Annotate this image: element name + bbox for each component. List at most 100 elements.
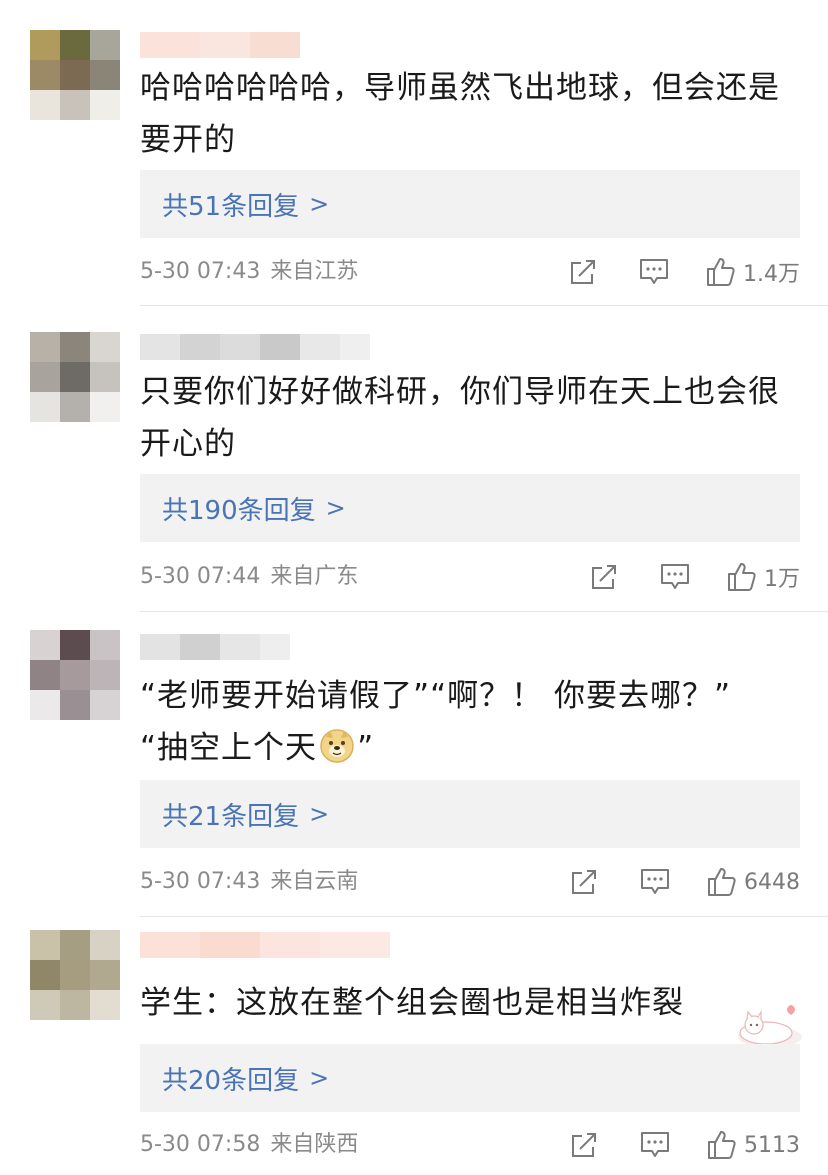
avatar-pixel [90, 332, 120, 362]
avatar-pixel [30, 990, 60, 1020]
username-blurred[interactable] [140, 932, 390, 958]
avatar-pixel [60, 690, 90, 720]
avatar[interactable] [30, 630, 120, 720]
share-button[interactable] [569, 259, 597, 285]
share-icon [571, 260, 595, 284]
reply-count-label: 共20条回复 [162, 1065, 300, 1096]
reply-count-label: 共21条回复 [162, 801, 300, 832]
avatar-pixel [30, 30, 60, 60]
timestamp: 5-30 07:58 [140, 1132, 261, 1157]
avatar-pixel [30, 392, 60, 422]
avatar[interactable] [30, 30, 120, 120]
share-icon [572, 870, 596, 894]
avatar-pixel [60, 30, 90, 60]
like-button[interactable]: 6448 [706, 866, 800, 898]
thumbs-up-icon [708, 868, 736, 896]
share-button[interactable] [590, 564, 618, 590]
reply-button[interactable] [639, 258, 669, 286]
avatar-pixel [60, 930, 90, 960]
timestamp: 5-30 07:43 [140, 259, 261, 284]
like-button[interactable]: 1万 [726, 561, 800, 593]
avatar[interactable] [30, 930, 120, 1020]
username-blurred[interactable] [140, 334, 370, 360]
comment-text: 哈哈哈哈哈哈，导师虽然飞出地球，但会还是要开的 [140, 70, 780, 158]
comment-icon [640, 259, 668, 284]
avatar-pixel [90, 930, 120, 960]
share-icon [592, 565, 616, 589]
avatar-pixel [30, 630, 60, 660]
like-count: 1万 [764, 567, 800, 592]
avatar-pixel [30, 960, 60, 990]
comment-actions: 6448 [570, 864, 800, 900]
avatar-pixel [30, 930, 60, 960]
thumbs-up-icon [728, 563, 756, 591]
location: 来自江苏 [270, 259, 359, 284]
timestamp: 5-30 07:44 [140, 564, 261, 589]
share-button[interactable] [570, 1132, 598, 1158]
like-count: 5113 [744, 1132, 800, 1158]
avatar-pixel [60, 392, 90, 422]
avatar-pixel [90, 990, 120, 1020]
avatar-pixel [90, 60, 120, 90]
avatar-pixel [30, 332, 60, 362]
comment-meta: 5-30 07:43 来自云南 [140, 867, 358, 897]
thumbs-up-icon [708, 1131, 736, 1159]
doge-emoji-icon [320, 729, 354, 763]
avatar-pixel [30, 660, 60, 690]
avatar-pixel [60, 660, 90, 690]
avatar-pixel [90, 960, 120, 990]
comment-meta: 5-30 07:44 来自广东 [140, 562, 358, 592]
comment-text-line: “抽空上个天 [140, 730, 318, 766]
avatar-pixel [30, 90, 60, 120]
like-button[interactable]: 5113 [706, 1129, 800, 1161]
comment-icon [641, 869, 669, 894]
reply-button[interactable] [640, 868, 670, 896]
avatar-pixel [60, 960, 90, 990]
view-replies-button[interactable]: 共20条回复 > [140, 1044, 800, 1112]
avatar-pixel [60, 332, 90, 362]
comment-text: “老师要开始请假了”“啊？！ 你要去哪？” “抽空上个天 ” [140, 670, 810, 774]
chevron-right-icon: > [309, 190, 330, 218]
avatar-pixel [90, 690, 120, 720]
reply-button[interactable] [640, 1131, 670, 1159]
comment-text-quote: ” [357, 730, 375, 766]
comment-text: 学生：这放在整个组会圈也是相当炸裂 [140, 985, 684, 1021]
share-button[interactable] [570, 869, 598, 895]
avatar-pixel [90, 30, 120, 60]
comment-meta: 5-30 07:58 来自陕西 [140, 1130, 358, 1160]
avatar[interactable] [30, 332, 120, 422]
comment-item: “老师要开始请假了”“啊？！ 你要去哪？” “抽空上个天 ” 共21条回复 > 5… [0, 612, 828, 916]
like-button[interactable]: 1.4万 [705, 256, 800, 288]
timestamp: 5-30 07:43 [140, 869, 261, 894]
chevron-right-icon: > [309, 800, 330, 828]
avatar-pixel [60, 60, 90, 90]
comment-item: 哈哈哈哈哈哈，导师虽然飞出地球，但会还是要开的 共51条回复 > 5-30 07… [0, 0, 828, 305]
reply-button[interactable] [660, 563, 690, 591]
avatar-pixel [30, 60, 60, 90]
comment-text-line: “老师要开始请假了”“啊？！ 你要去哪？” [140, 678, 732, 714]
chevron-right-icon: > [325, 494, 346, 522]
comment-icon [661, 564, 689, 589]
avatar-pixel [60, 630, 90, 660]
reply-count-label: 共190条回复 [162, 495, 316, 526]
comment-item: 学生：这放在整个组会圈也是相当炸裂 共20条回复 > 5-30 07:58 来自陕… [0, 917, 828, 1175]
view-replies-button[interactable]: 共190条回复 > [140, 474, 800, 542]
username-blurred[interactable] [140, 32, 300, 58]
cat-sticker-icon [738, 1005, 802, 1047]
location: 来自广东 [270, 564, 359, 589]
view-replies-button[interactable]: 共51条回复 > [140, 170, 800, 238]
comment-actions: 1.4万 [569, 254, 800, 290]
avatar-pixel [60, 362, 90, 392]
avatar-pixel [90, 90, 120, 120]
comment-actions: 1万 [590, 559, 800, 595]
view-replies-button[interactable]: 共21条回复 > [140, 780, 800, 848]
avatar-pixel [30, 362, 60, 392]
avatar-pixel [90, 630, 120, 660]
comment-actions: 5113 [570, 1127, 800, 1163]
comment-text: 只要你们好好做科研，你们导师在天上也会很开心的 [140, 374, 780, 462]
thumbs-up-icon [707, 258, 735, 286]
share-icon [572, 1133, 596, 1157]
like-count: 1.4万 [743, 262, 800, 287]
username-blurred[interactable] [140, 634, 290, 660]
comment-item: 只要你们好好做科研，你们导师在天上也会很开心的 共190条回复 > 5-30 0… [0, 306, 828, 610]
